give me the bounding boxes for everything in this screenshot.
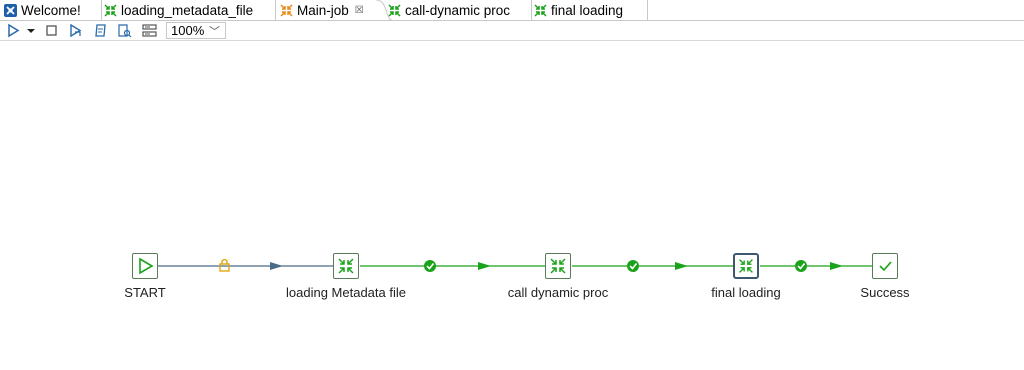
ok-trigger-icon [627,260,639,272]
arrow-icon [478,262,491,270]
node-loading-metadata-file[interactable] [333,253,359,279]
node-label: loading Metadata file [286,285,406,300]
node-label: final loading [711,285,781,300]
arrow-icon [830,262,843,270]
node-success[interactable] [872,253,898,279]
tRunJob-icon [338,258,354,274]
node-label: Success [860,285,910,300]
job-links [158,258,872,272]
check-icon [879,261,892,272]
ok-trigger-icon [795,260,807,272]
node-start[interactable] [132,253,158,279]
node-label: START [124,285,166,300]
lock-icon [219,258,230,272]
node-call-dynamic-proc[interactable] [545,253,571,279]
arrow-icon [270,262,283,270]
ok-trigger-icon [424,260,436,272]
tRunJob-icon [550,258,566,274]
play-icon [139,257,154,275]
node-label: call dynamic proc [507,285,609,300]
tRunJob-icon [739,259,753,273]
node-final-loading[interactable] [733,253,759,279]
arrow-icon [675,262,688,270]
